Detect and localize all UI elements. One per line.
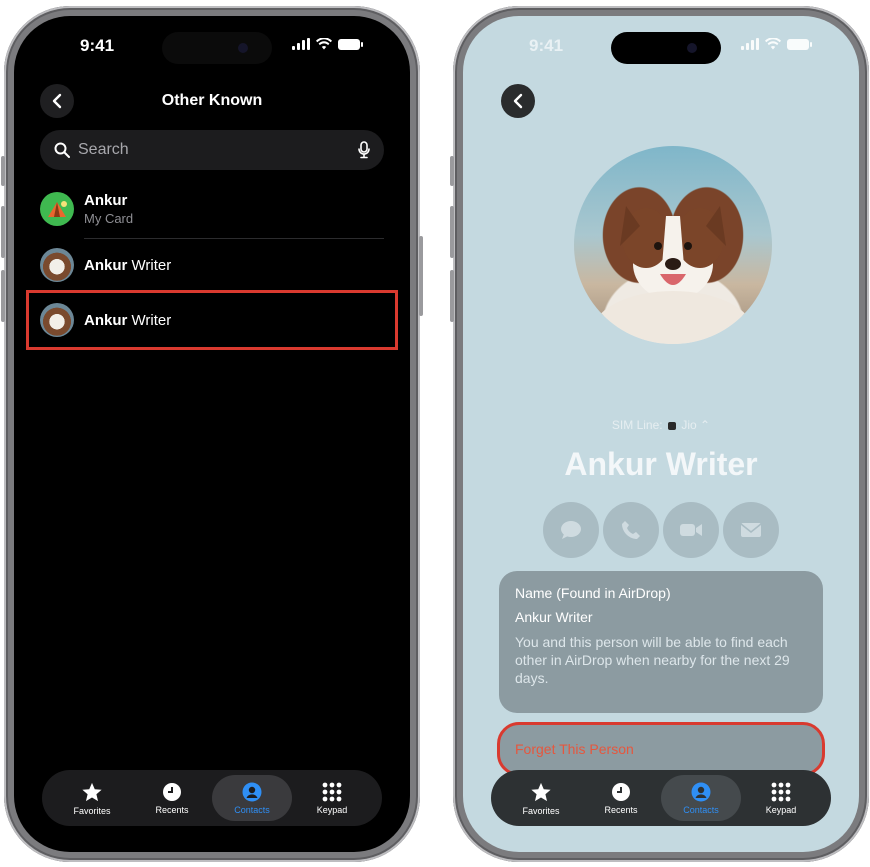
status-bar: 9:41 — [463, 30, 859, 64]
tab-favorites[interactable]: Favorites — [501, 775, 581, 821]
contacts-list-screen: 9:41 Other Known Search Ankur My Card An… — [14, 16, 410, 852]
tab-keypad[interactable]: Keypad — [292, 775, 372, 821]
search-bar[interactable]: Search — [40, 130, 384, 170]
message-icon — [561, 521, 581, 539]
status-time: 9:41 — [529, 36, 564, 55]
back-button[interactable] — [501, 84, 535, 118]
wifi-icon — [765, 38, 781, 50]
dynamic-island — [611, 32, 721, 64]
volume-up-button — [450, 206, 454, 258]
card-title: Name (Found in AirDrop) — [515, 585, 671, 601]
search-input[interactable]: Search — [78, 141, 358, 159]
chevron-updown-icon: ⌃ — [700, 418, 711, 432]
list-item[interactable]: Ankur Writer — [40, 240, 384, 290]
mail-button[interactable] — [723, 502, 779, 558]
status-bar: 9:41 — [14, 30, 410, 64]
status-icons — [741, 38, 812, 50]
message-button[interactable] — [543, 502, 599, 558]
chevron-left-icon — [513, 93, 523, 109]
microphone-icon[interactable] — [358, 141, 370, 159]
power-button — [419, 236, 423, 316]
phone-icon — [622, 521, 640, 539]
contact-name: Ankur Writer — [564, 446, 758, 482]
keypad-icon — [771, 782, 791, 801]
divider — [84, 238, 384, 239]
battery-icon — [787, 38, 812, 50]
status-time: 9:41 — [80, 36, 115, 55]
card-value: Ankur Writer — [515, 609, 593, 625]
signal-icon — [741, 38, 759, 50]
volume-down-button — [450, 270, 454, 322]
list-item-my-card[interactable]: Ankur My Card — [40, 184, 384, 234]
selection-highlight — [26, 290, 398, 350]
contact-detail-screen: 9:41 SIM Line: Jio ⌃ Ankur Writer Name (… — [463, 16, 859, 852]
avatar — [40, 248, 74, 282]
battery-icon — [338, 38, 363, 50]
search-icon — [54, 142, 70, 158]
person-icon — [242, 782, 262, 801]
tab-favorites[interactable]: Favorites — [52, 775, 132, 821]
tent-icon — [48, 201, 67, 217]
call-button[interactable] — [603, 502, 659, 558]
volume-up-button — [1, 206, 5, 258]
clock-icon — [163, 782, 181, 801]
star-icon — [531, 782, 551, 801]
volume-down-button — [1, 270, 5, 322]
signal-icon — [292, 38, 310, 50]
status-icons — [292, 38, 363, 50]
tab-keypad[interactable]: Keypad — [741, 775, 821, 821]
sim-chip-icon — [667, 421, 676, 430]
dynamic-island — [162, 32, 272, 64]
tab-bar: Favorites Recents Contacts Keypad — [491, 770, 831, 826]
action-button — [450, 156, 454, 186]
wifi-icon — [316, 38, 332, 50]
contact-name: Ankur Writer — [84, 256, 172, 274]
left-phone: 9:41 Other Known Search Ankur My Card An… — [1, 6, 423, 862]
action-button — [1, 156, 5, 186]
person-icon — [691, 782, 711, 801]
video-icon — [680, 524, 702, 536]
tab-contacts[interactable]: Contacts — [661, 775, 741, 821]
tab-recents[interactable]: Recents — [581, 775, 661, 821]
contact-subtitle: My Card — [84, 211, 134, 226]
clock-icon — [612, 782, 630, 801]
contact-name: Ankur — [84, 192, 128, 209]
sim-line-selector[interactable]: SIM Line: Jio ⌃ — [463, 418, 859, 432]
star-icon — [82, 782, 102, 801]
selection-highlight — [497, 722, 825, 776]
avatar — [40, 192, 74, 226]
card-description: You and this person will be able to find… — [515, 634, 790, 686]
video-button[interactable] — [663, 502, 719, 558]
tab-bar: Favorites Recents Contacts Keypad — [42, 770, 382, 826]
airdrop-name-card: Name (Found in AirDrop) Ankur Writer You… — [499, 571, 823, 713]
quick-actions — [543, 502, 779, 558]
page-title: Other Known — [161, 92, 263, 109]
tab-recents[interactable]: Recents — [132, 775, 212, 821]
dog-photo-icon — [593, 206, 753, 344]
right-phone: 9:41 SIM Line: Jio ⌃ Ankur Writer Name (… — [450, 6, 869, 862]
contact-photo — [574, 146, 772, 344]
keypad-icon — [322, 782, 342, 801]
tab-contacts[interactable]: Contacts — [212, 775, 292, 821]
mail-icon — [740, 523, 762, 537]
